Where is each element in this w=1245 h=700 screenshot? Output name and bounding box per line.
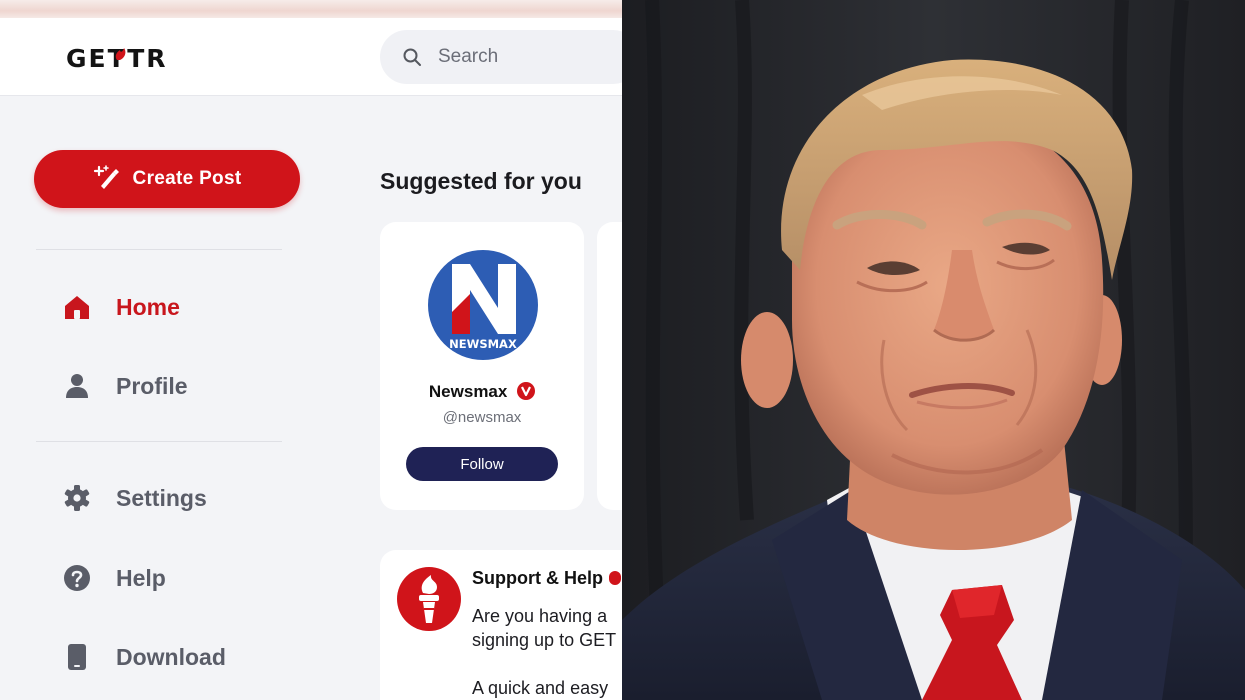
app-header: GETTR	[0, 18, 622, 96]
sidebar-item-download[interactable]: Download	[62, 637, 226, 677]
suggested-title: Suggested for you	[380, 168, 582, 194]
newsmax-avatar-text: NEWSMAX	[449, 337, 517, 351]
post-author-name: Support & Help	[472, 568, 603, 588]
sidebar-item-settings[interactable]: Settings	[62, 478, 207, 518]
search-input[interactable]	[438, 30, 618, 84]
account-name[interactable]: Newsmax	[380, 382, 584, 402]
verified-badge-icon	[609, 571, 621, 585]
sidebar-item-profile[interactable]: Profile	[62, 366, 188, 406]
post-text-line: signing up to GET	[472, 630, 617, 650]
search-bar[interactable]	[380, 30, 622, 84]
sidebar-item-label: Profile	[116, 372, 188, 399]
portrait-illustration	[622, 0, 1245, 700]
logo-flame-icon	[115, 48, 126, 60]
post-card[interactable]: Support & Help Are you having a signing …	[380, 550, 622, 700]
phone-icon	[68, 644, 86, 670]
gear-icon	[64, 485, 90, 511]
verified-badge-icon	[517, 382, 536, 400]
create-post-button[interactable]: Create Post	[34, 150, 300, 208]
gettr-app: GETTR Create Post Home	[0, 0, 622, 700]
sidebar-item-label: Help	[116, 564, 166, 591]
user-icon	[66, 374, 88, 398]
post-author[interactable]: Support & Help	[472, 568, 621, 589]
sidebar-item-label: Download	[116, 643, 226, 670]
post-text-line: A quick and easy	[472, 678, 609, 698]
sidebar-divider	[36, 441, 282, 442]
sidebar-item-home[interactable]: Home	[62, 287, 180, 327]
home-icon	[65, 296, 89, 319]
newsmax-avatar[interactable]: NEWSMAX	[428, 250, 538, 360]
help-circle-icon	[64, 565, 90, 591]
account-name-text: Newsmax	[428, 382, 508, 401]
sidebar-item-label: Home	[116, 293, 180, 320]
magic-pen-icon	[93, 165, 119, 189]
suggested-card[interactable]: NEWSMAX Newsmax @newsmax Follow	[380, 222, 584, 510]
account-handle: @newsmax	[442, 409, 522, 426]
search-icon	[403, 48, 421, 66]
browser-top-strip	[0, 0, 622, 18]
post-text-line: Are you having a	[472, 606, 608, 626]
torch-icon[interactable]	[397, 567, 461, 631]
portrait-photo	[622, 0, 1245, 700]
follow-button[interactable]: Follow	[406, 447, 558, 481]
create-post-label: Create Post	[132, 168, 242, 189]
sidebar-item-label: Settings	[116, 484, 207, 511]
sidebar-divider	[36, 249, 282, 250]
suggested-card-partial[interactable]	[597, 222, 622, 510]
sidebar-item-help[interactable]: Help	[62, 558, 166, 598]
